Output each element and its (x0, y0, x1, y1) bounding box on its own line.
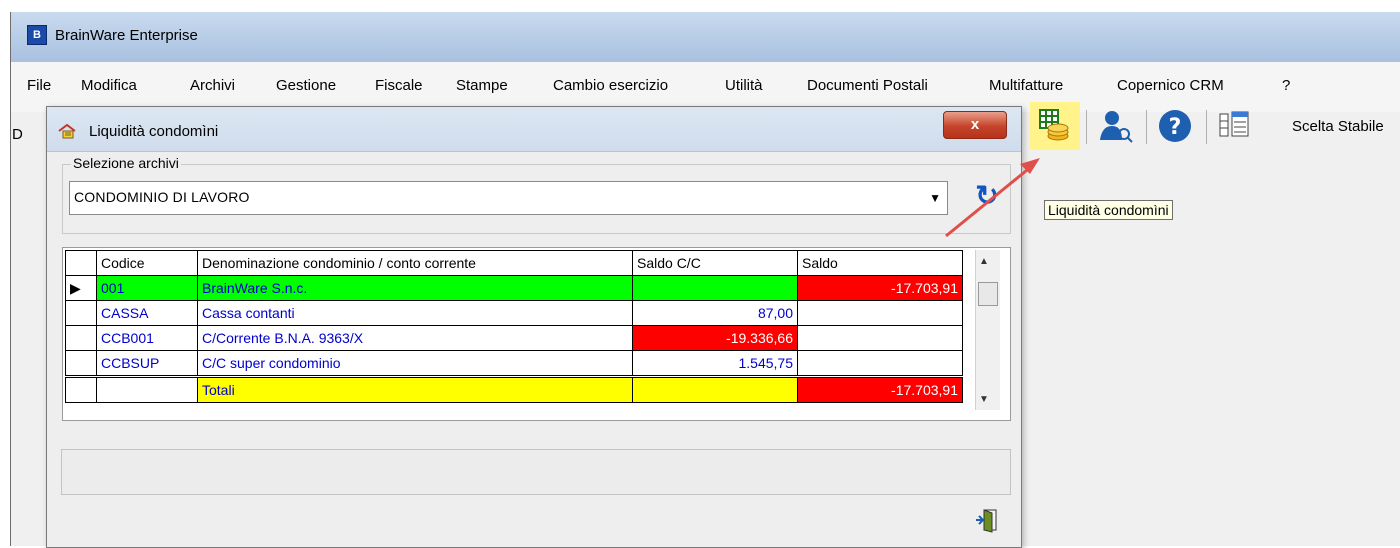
menu-stampe[interactable]: Stampe (456, 77, 508, 94)
cell-saldo[interactable] (797, 300, 963, 326)
user-search-button[interactable] (1092, 102, 1142, 150)
menu-help[interactable]: ? (1282, 77, 1290, 94)
cell-denominazione[interactable]: C/Corrente B.N.A. 9363/X (197, 325, 633, 351)
cell-saldo-cc[interactable]: 1.545,75 (632, 350, 798, 377)
totals-saldo: -17.703,91 (797, 376, 963, 403)
dialog-titlebar[interactable]: Liquidità condomìni x (47, 107, 1021, 152)
table-row[interactable]: CASSA Cassa contanti 87,00 (65, 300, 963, 326)
svg-text:?: ? (1169, 115, 1182, 140)
app-title: BrainWare Enterprise (55, 27, 198, 44)
house-icon (58, 123, 76, 139)
totals-row: Totali -17.703,91 (65, 376, 963, 403)
menu-documenti-postali[interactable]: Documenti Postali (807, 77, 928, 94)
cell-saldo[interactable] (797, 350, 963, 377)
cell-codice[interactable]: 001 (96, 275, 198, 301)
user-search-icon (1100, 111, 1133, 143)
cell-codice-empty (96, 376, 198, 403)
current-row-indicator: ▶ (65, 275, 97, 301)
toolbar-separator (1206, 110, 1207, 144)
menu-modifica[interactable]: Modifica (81, 77, 137, 94)
cell-codice[interactable]: CASSA (96, 300, 198, 326)
cell-denominazione[interactable]: Cassa contanti (197, 300, 633, 326)
help-icon: ? (1159, 110, 1191, 142)
cell-saldo-cc[interactable] (632, 275, 798, 301)
chevron-down-icon[interactable]: ▼ (929, 191, 941, 205)
menu-gestione[interactable]: Gestione (276, 77, 336, 94)
cell-denominazione[interactable]: BrainWare S.n.c. (197, 275, 633, 301)
help-button[interactable]: ? (1152, 102, 1202, 150)
liquidita-icon (1039, 109, 1069, 141)
table-row[interactable]: CCBSUP C/C super condominio 1.545,75 (65, 350, 963, 377)
refresh-button[interactable]: ↻ (969, 177, 1005, 215)
menu-file[interactable]: File (27, 77, 51, 94)
toolbar-separator (1086, 110, 1087, 144)
status-panel (61, 449, 1011, 495)
toolbar-separator (1146, 110, 1147, 144)
balance-table: Codice Denominazione condominio / conto … (65, 250, 963, 403)
scroll-down-icon[interactable]: ▼ (979, 394, 989, 405)
cell-saldo[interactable] (797, 325, 963, 351)
table-row[interactable]: CCB001 C/Corrente B.N.A. 9363/X -19.336,… (65, 325, 963, 351)
balance-grid: Codice Denominazione condominio / conto … (62, 247, 1011, 421)
liquidita-condomini-button[interactable] (1030, 102, 1080, 150)
clipped-toolbar-text: D (12, 126, 23, 143)
cell-saldo-cc[interactable]: -19.336,66 (632, 325, 798, 351)
exit-button[interactable] (974, 507, 1000, 533)
grid-list-icon (1219, 111, 1249, 137)
row-indicator (65, 376, 97, 403)
menu-utilita[interactable]: Utilità (725, 77, 763, 94)
scelta-stabile-button[interactable]: Scelta Stabile (1292, 118, 1384, 135)
table-header-row: Codice Denominazione condominio / conto … (65, 250, 963, 276)
tooltip: Liquidità condomìni (1044, 200, 1173, 220)
menu-cambio-esercizio[interactable]: Cambio esercizio (553, 77, 668, 94)
column-header-saldo[interactable]: Saldo (797, 250, 963, 276)
cell-denominazione[interactable]: C/C super condominio (197, 350, 633, 377)
menu-multifatture[interactable]: Multifatture (989, 77, 1063, 94)
grid-list-button[interactable] (1212, 102, 1262, 150)
totals-saldo-cc (632, 376, 798, 403)
vertical-scrollbar[interactable]: ▲ ▼ (975, 250, 1000, 410)
row-indicator (65, 325, 97, 351)
archive-selection-group: Selezione archivi CONDOMINIO DI LAVORO ▼… (62, 155, 1011, 234)
group-label: Selezione archivi (71, 155, 181, 171)
column-header-codice[interactable]: Codice (96, 250, 198, 276)
archive-select-value: CONDOMINIO DI LAVORO (74, 189, 250, 205)
liquidita-dialog: Liquidità condomìni x Selezione archivi … (46, 106, 1022, 548)
scroll-up-icon[interactable]: ▲ (979, 256, 989, 267)
close-button[interactable]: x (943, 111, 1007, 139)
row-indicator-header (65, 250, 97, 276)
cell-codice[interactable]: CCB001 (96, 325, 198, 351)
cell-codice[interactable]: CCBSUP (96, 350, 198, 377)
totals-label: Totali (197, 376, 633, 403)
archive-select[interactable]: CONDOMINIO DI LAVORO ▼ (69, 181, 948, 215)
app-icon: B (27, 25, 47, 45)
column-header-denominazione[interactable]: Denominazione condominio / conto corrent… (197, 250, 633, 276)
table-row[interactable]: ▶ 001 BrainWare S.n.c. -17.703,91 (65, 275, 963, 301)
cell-saldo-cc[interactable]: 87,00 (632, 300, 798, 326)
scroll-thumb[interactable] (978, 282, 998, 306)
menu-fiscale[interactable]: Fiscale (375, 77, 423, 94)
row-indicator (65, 300, 97, 326)
window-titlebar: B BrainWare Enterprise (11, 12, 1400, 62)
menu-archivi[interactable]: Archivi (190, 77, 235, 94)
dialog-title: Liquidità condomìni (89, 123, 219, 140)
refresh-icon: ↻ (975, 180, 999, 211)
cell-saldo[interactable]: -17.703,91 (797, 275, 963, 301)
menu-copernico-crm[interactable]: Copernico CRM (1117, 77, 1224, 94)
exit-door-icon (976, 509, 997, 533)
column-header-saldo-cc[interactable]: Saldo C/C (632, 250, 798, 276)
row-indicator (65, 350, 97, 377)
